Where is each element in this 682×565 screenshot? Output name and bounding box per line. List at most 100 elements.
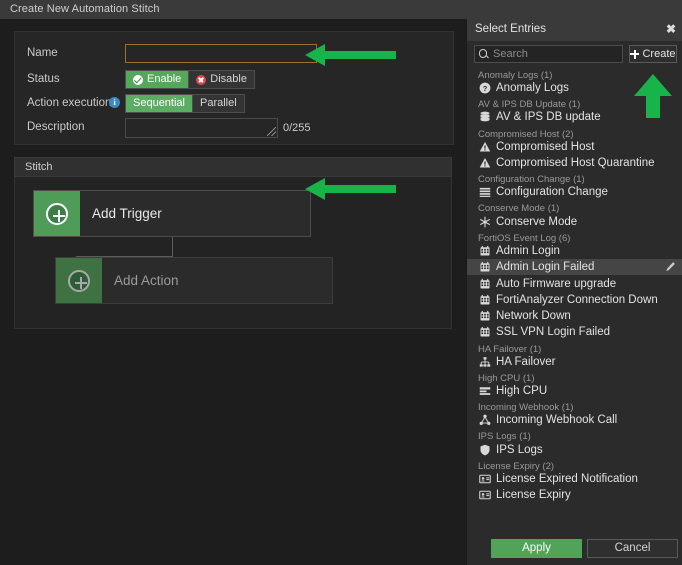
entry-label: Conserve Mode [496, 215, 578, 228]
description-textarea[interactable] [125, 118, 278, 138]
cancel-button[interactable]: Cancel [587, 539, 678, 558]
action-execution-label: Action execution [27, 97, 112, 109]
warning-triangle-icon [478, 140, 491, 153]
entry-list-item[interactable]: Configuration Change [467, 184, 682, 200]
x-circle-icon [196, 74, 207, 85]
entries-group-header: Conserve Mode (1) [478, 203, 560, 215]
entries-group-header: Incoming Webhook (1) [478, 402, 574, 414]
status-disable-option[interactable]: Disable [189, 71, 254, 88]
entry-list-item[interactable]: Compromised Host [467, 139, 682, 155]
status-row: Status Enable Disable [15, 70, 453, 92]
entries-group-header: License Expiry (2) [478, 460, 555, 472]
create-button[interactable]: Create [629, 45, 677, 63]
entry-label: Incoming Webhook Call [496, 414, 618, 427]
sitemap-icon [478, 355, 491, 368]
entries-list[interactable]: Anomaly Logs (1)? Anomaly Logs AV & IPS DB… [467, 67, 682, 540]
action-execution-sequential-option[interactable]: Sequential [126, 95, 193, 112]
action-execution-parallel-option[interactable]: Parallel [193, 95, 244, 112]
select-entries-header: Select Entries ✖ [467, 19, 682, 41]
entry-list-item[interactable]: Admin Login [467, 243, 682, 259]
resize-handle-icon[interactable] [267, 127, 276, 136]
select-entries-title: Select Entries [475, 23, 546, 35]
action-execution-row: Action execution i Sequential Parallel [15, 94, 453, 116]
stitch-header-label: Stitch [25, 161, 53, 173]
window-titlebar: Create New Automation Stitch [0, 0, 682, 20]
entry-list-item[interactable]: Network Down [467, 308, 682, 324]
entries-group-header: HA Failover (1) [478, 343, 542, 355]
description-counter: 0/255 [283, 122, 311, 134]
status-enable-option[interactable]: Enable [126, 71, 190, 88]
arrow-left-add-trigger [303, 176, 398, 202]
database-icon [478, 111, 491, 124]
entry-label: Compromised Host Quarantine [496, 157, 655, 170]
snowflake-icon [478, 215, 491, 228]
entry-list-item[interactable]: Incoming Webhook Call [467, 412, 682, 428]
search-input[interactable] [491, 47, 620, 61]
list-icon [478, 186, 491, 199]
close-icon[interactable]: ✖ [666, 22, 676, 36]
entry-list-item[interactable]: Conserve Mode [467, 213, 682, 229]
search-box[interactable] [474, 45, 623, 63]
entry-list-item[interactable]: Auto Firmware upgrade [467, 275, 682, 291]
status-label: Status [27, 73, 60, 85]
entry-list-item[interactable]: High CPU [467, 383, 682, 399]
add-trigger-label: Add Trigger [92, 206, 162, 221]
apply-button[interactable]: Apply [491, 539, 582, 558]
entries-group-header: Compromised Host (2) [478, 128, 574, 140]
entry-list-item[interactable]: HA Failover [467, 354, 682, 370]
status-enable-label: Enable [147, 73, 182, 85]
entry-label: License Expired Notification [496, 472, 638, 485]
warning-triangle-icon [478, 157, 491, 170]
entry-label: AV & IPS DB update [496, 111, 601, 124]
name-input[interactable] [125, 44, 317, 63]
entry-label: Anomaly Logs [496, 82, 569, 95]
event-log-icon [478, 277, 491, 290]
action-execution-toggle-group[interactable]: Sequential Parallel [125, 94, 245, 113]
entry-list-item[interactable]: Compromised Host Quarantine [467, 155, 682, 171]
select-entries-toolbar: Create [467, 41, 682, 67]
pencil-icon[interactable] [665, 261, 676, 272]
description-label: Description [27, 121, 85, 133]
add-trigger-button[interactable]: Add Trigger [33, 190, 311, 237]
cpu-bars-icon [478, 385, 491, 398]
entries-group-header: Configuration Change (1) [478, 174, 585, 186]
arrow-left-name-field [303, 42, 398, 68]
entry-list-item[interactable]: Admin Login Failed [467, 259, 682, 276]
entry-label: Admin Login [496, 244, 560, 257]
entries-group-header: High CPU (1) [478, 372, 535, 384]
event-log-icon [478, 244, 491, 257]
connector-vertical [172, 237, 173, 257]
entry-label: IPS Logs [496, 443, 543, 456]
entry-list-item[interactable]: License Expiry [467, 487, 682, 503]
entry-label: Auto Firmware upgrade [496, 277, 617, 290]
entry-label: Configuration Change [496, 186, 608, 199]
add-action-button[interactable]: Add Action [55, 257, 333, 304]
event-log-icon [478, 326, 491, 339]
license-card-icon [478, 472, 491, 485]
add-trigger-icon-cell [34, 191, 80, 236]
info-icon[interactable]: i [109, 97, 120, 108]
license-card-icon [478, 489, 491, 502]
entry-label: FortiAnalyzer Connection Down [496, 293, 658, 306]
plus-circle-icon [46, 202, 68, 225]
entry-label: High CPU [496, 385, 548, 397]
arrow-up-create-button [631, 72, 675, 120]
entry-list-item[interactable]: SSL VPN Login Failed [467, 324, 682, 340]
add-action-icon-cell [56, 258, 102, 303]
svg-text:?: ? [482, 84, 487, 93]
check-circle-icon [133, 74, 143, 85]
sequential-label: Sequential [133, 97, 185, 109]
name-label: Name [27, 47, 58, 59]
description-row: Description 0/255 [15, 118, 453, 140]
entry-list-item[interactable]: IPS Logs [467, 441, 682, 457]
status-toggle-group[interactable]: Enable Disable [125, 70, 255, 89]
entry-list-item[interactable]: License Expired Notification [467, 471, 682, 487]
window-title: Create New Automation Stitch [10, 3, 160, 15]
entry-list-item[interactable]: FortiAnalyzer Connection Down [467, 292, 682, 308]
event-log-icon [478, 310, 491, 323]
create-button-label: Create [642, 48, 676, 60]
entries-group-header: IPS Logs (1) [478, 431, 531, 443]
stitch-section-header: Stitch [14, 157, 452, 177]
entry-label: Compromised Host [496, 140, 595, 153]
plus-icon [630, 49, 640, 59]
